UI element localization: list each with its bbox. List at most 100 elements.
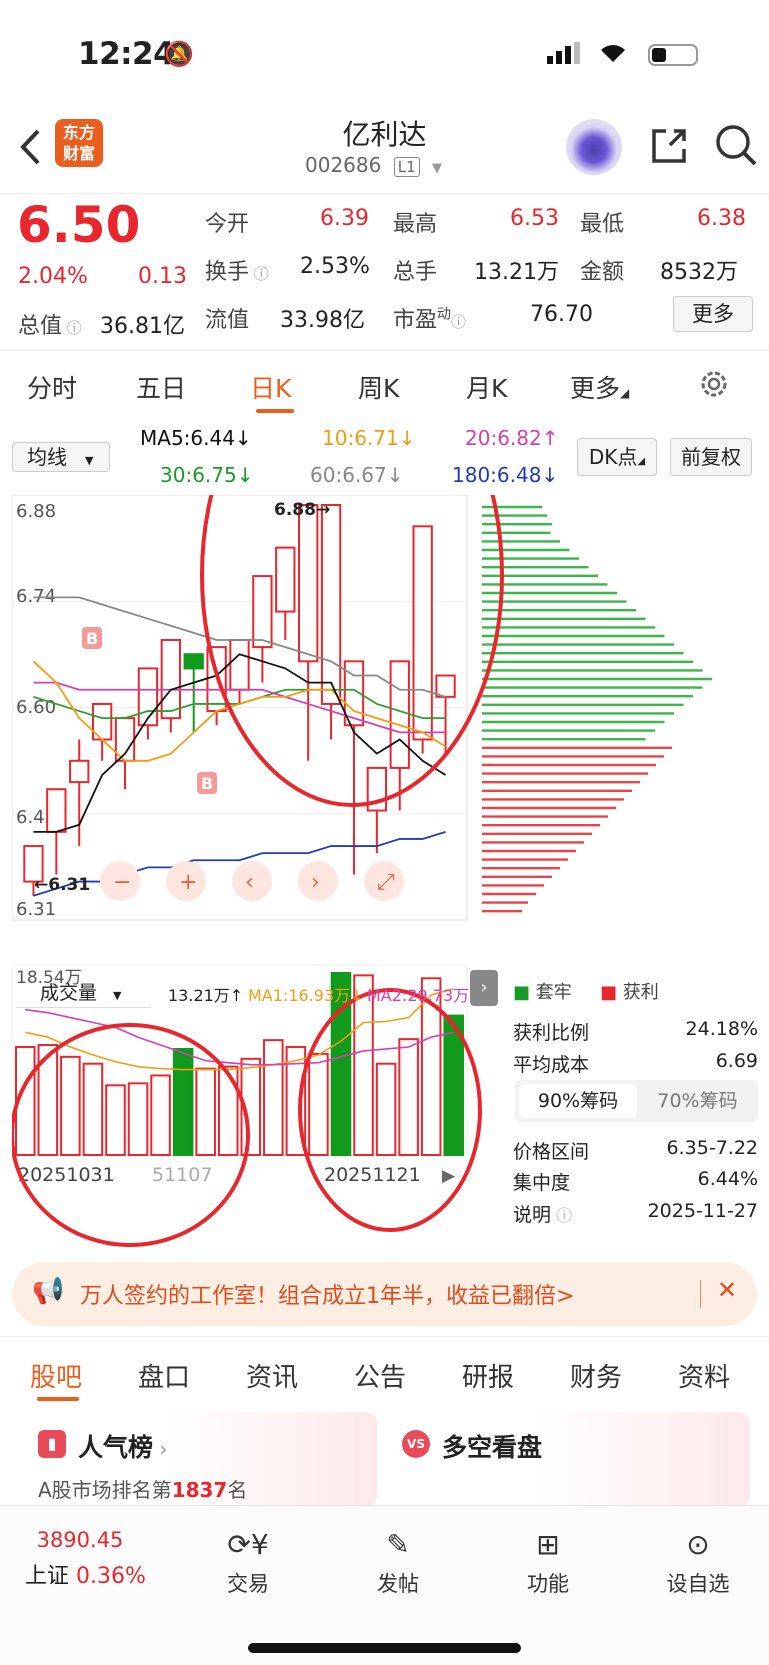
- ma60-label: 60:6.67↓: [310, 463, 404, 487]
- change-pct: 2.04%: [18, 264, 88, 289]
- vol-value: 13.21万↑: [168, 986, 244, 1005]
- index-value: 3890.45: [36, 1528, 124, 1552]
- vol-expand-button[interactable]: ›: [470, 970, 498, 1006]
- kline-chart-area: 均线 ▼ MA5:6.44↓ 10:6.71↓ 20:6.82↑ 30:6.75↓…: [0, 420, 769, 1250]
- date-label: 20251031: [18, 1164, 115, 1186]
- buy-marker: B: [86, 629, 98, 648]
- edit-icon: ✎: [386, 1528, 410, 1561]
- vol_ma2-line: [25, 1008, 454, 1066]
- pe-value: 76.70: [530, 302, 593, 327]
- volume-bar: [60, 1055, 81, 1156]
- concentration-row: 集中度 6.44%: [513, 1168, 758, 1194]
- dk-point-button[interactable]: DK点◢: [577, 438, 657, 476]
- tab-profile[interactable]: 资料: [678, 1357, 730, 1394]
- chip-legend-a: ■ 套牢: [513, 982, 572, 1003]
- candle-body: [298, 504, 319, 663]
- search-icon[interactable]: [714, 123, 758, 167]
- vol-select[interactable]: 成交量 ▼: [16, 978, 151, 1008]
- home-indicator: [248, 1643, 521, 1653]
- tab-pankou[interactable]: 盘口: [138, 1357, 190, 1394]
- silent-icon: 🔕: [164, 40, 194, 68]
- status-bar: 12:24 🔕: [0, 0, 769, 110]
- functions-button[interactable]: ⊞ 功能: [498, 1528, 598, 1598]
- vol-ma1: MA1:16.93万↓: [248, 986, 364, 1005]
- popularity-title: 人气榜 ›: [78, 1433, 168, 1462]
- stock-code: 002686: [305, 153, 382, 177]
- megaphone-icon: 📢: [32, 1276, 65, 1306]
- stock-code-row[interactable]: 002686 L1 ▼: [305, 153, 442, 177]
- tab-research[interactable]: 研报: [462, 1357, 514, 1394]
- candle-body: [69, 759, 90, 784]
- ma5-label: MA5:6.44↓: [140, 426, 252, 450]
- date-label: 51107: [152, 1164, 212, 1186]
- tab-more[interactable]: 更多◢: [570, 369, 629, 405]
- level-badge: L1: [393, 157, 420, 177]
- settings-gear-icon[interactable]: [697, 367, 731, 401]
- grid-icon: ⊞: [536, 1528, 560, 1561]
- current-price: 6.50: [17, 196, 141, 254]
- low-value: 6.38: [697, 206, 746, 231]
- profit-row: 获利比例 24.18%: [513, 1018, 758, 1044]
- price-range-row: 价格区间 6.35-7.22: [513, 1137, 758, 1163]
- volume-bar: [127, 1082, 149, 1157]
- popularity-card[interactable]: ▮ 人气榜 › A股市场排名第1837名: [22, 1412, 377, 1507]
- adjust-button[interactable]: 前复权: [670, 438, 752, 476]
- volume-bar: [308, 1052, 329, 1157]
- tab-intraday[interactable]: 分时: [27, 369, 77, 405]
- promo-banner[interactable]: 📢 万人签约的工作室！组合成立1年半，收益已翻倍> ✕: [12, 1262, 757, 1326]
- chip-legend-b: ■ 获利: [600, 982, 659, 1003]
- ma10-label: 10:6.71↓: [322, 426, 416, 450]
- tab-guba[interactable]: 股吧: [30, 1357, 82, 1394]
- high-value: 6.53: [510, 206, 559, 231]
- tab-news[interactable]: 资讯: [246, 1357, 298, 1394]
- volume-bar: [398, 1038, 419, 1156]
- vol-ma2: MA2:29.73万↓: [367, 986, 483, 1005]
- status-time: 12:24: [78, 36, 175, 72]
- chart-nav-icon: ›: [311, 870, 320, 895]
- share-icon[interactable]: [648, 125, 690, 167]
- more-button[interactable]: 更多: [673, 296, 753, 332]
- tab-day-k[interactable]: 日K: [250, 369, 291, 405]
- float-label: 流值: [205, 308, 250, 333]
- candle-body: [183, 653, 204, 670]
- bull-bear-card[interactable]: VS 多空看盘: [388, 1412, 750, 1507]
- tab-notice[interactable]: 公告: [354, 1357, 406, 1394]
- signal-icon: [547, 42, 580, 64]
- candle-body: [389, 660, 410, 769]
- add-watchlist-button[interactable]: ⊙ 设自选: [648, 1528, 748, 1598]
- trade-button[interactable]: ⟳¥ 交易: [198, 1528, 298, 1598]
- chip-tab-70[interactable]: 70%筹码: [641, 1084, 754, 1118]
- ma-select[interactable]: 均线 ▼: [12, 442, 110, 472]
- ma30-label: 30:6.75↓: [160, 463, 254, 487]
- chip-tab-group: 90%筹码 70%筹码: [515, 1080, 758, 1122]
- close-icon[interactable]: ✕: [717, 1276, 737, 1304]
- candle-body: [252, 575, 273, 649]
- avg-cost-row: 平均成本 6.69: [513, 1050, 758, 1076]
- active-tab-indicator: [256, 409, 294, 413]
- candle-body: [320, 504, 342, 705]
- low-label: 最低: [580, 212, 625, 237]
- chip-tab-90[interactable]: 90%筹码: [519, 1084, 637, 1118]
- ma20-label: 20:6.82↑: [465, 426, 559, 450]
- tab-finance[interactable]: 财务: [570, 1357, 622, 1394]
- low-marker: ←6.31: [34, 875, 90, 895]
- index-widget[interactable]: 3890.45 上证 0.36%: [25, 1528, 175, 1590]
- tab-week-k[interactable]: 周K: [358, 369, 399, 405]
- chart-nav-icon: +: [179, 870, 197, 895]
- high-label: 最高: [393, 212, 438, 237]
- bull-bear-title: 多空看盘: [442, 1433, 543, 1462]
- feature-cards: ▮ 人气榜 › A股市场排名第1837名 VS 多空看盘: [0, 1412, 769, 1507]
- note-row[interactable]: 说明 ⓘ 2025-11-27: [513, 1200, 758, 1227]
- tab-month-k[interactable]: 月K: [466, 369, 507, 405]
- ma180-label: 180:6.48↓: [452, 463, 559, 487]
- vs-icon: VS: [402, 1430, 430, 1458]
- chart-bars-icon: ▮: [38, 1430, 66, 1458]
- robot-avatar-icon[interactable]: [566, 119, 622, 175]
- high-marker: 6.88→: [274, 500, 330, 520]
- y-axis-label: 6.60: [16, 697, 56, 718]
- tab-five-day[interactable]: 五日: [136, 369, 186, 405]
- post-button[interactable]: ✎ 发帖: [348, 1528, 448, 1598]
- index-name: 上证: [25, 1564, 70, 1589]
- chart-nav-icon: ‹: [245, 870, 254, 895]
- bottom-bar: 3890.45 上证 0.36% ⟳¥ 交易 ✎ 发帖 ⊞ 功能 ⊙ 设自选: [0, 1505, 769, 1665]
